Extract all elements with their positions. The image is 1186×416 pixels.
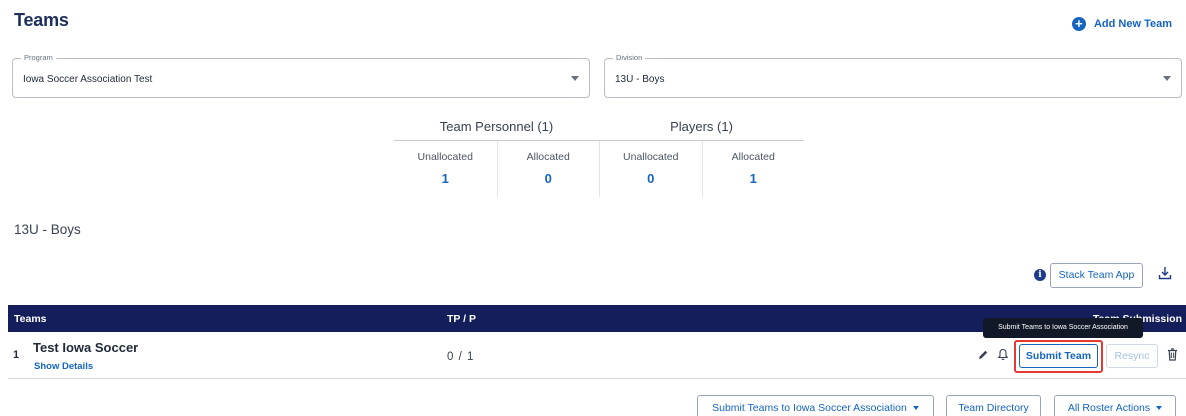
caret-down-icon <box>1156 406 1163 411</box>
caret-down-icon <box>912 406 919 411</box>
plus-circle-icon: + <box>1071 17 1086 31</box>
submit-teams-label: Submit Teams to Iowa Soccer Association <box>712 402 907 414</box>
add-new-team-label: Add New Team <box>1093 18 1172 30</box>
stat-column: Allocated 0 <box>496 141 600 197</box>
show-details-link[interactable]: Show Details <box>34 361 93 372</box>
stat-column: Unallocated 1 <box>394 141 497 197</box>
chevron-down-icon <box>571 76 579 81</box>
stat-value[interactable]: 0 <box>600 171 702 197</box>
stat-value[interactable]: 1 <box>703 171 805 197</box>
chevron-down-icon <box>1163 76 1171 81</box>
program-select[interactable]: Program Iowa Soccer Association Test <box>12 53 590 98</box>
trash-icon[interactable] <box>1167 348 1178 361</box>
row-index: 1 <box>13 349 20 361</box>
program-value: Iowa Soccer Association Test <box>23 74 153 85</box>
bell-icon[interactable] <box>997 348 1009 361</box>
division-heading: 13U - Boys <box>14 222 81 237</box>
team-name: Test Iowa Soccer <box>33 340 139 355</box>
team-directory-button[interactable]: Team Directory <box>946 395 1041 416</box>
add-new-team-button[interactable]: + Add New Team <box>1071 17 1172 31</box>
division-legend: Division <box>613 53 646 63</box>
division-value: 13U - Boys <box>615 74 665 85</box>
team-personnel-heading: Team Personnel (1) <box>439 119 554 134</box>
submit-teams-dropdown-button[interactable]: Submit Teams to Iowa Soccer Association <box>697 395 934 416</box>
stat-label: Unallocated <box>623 151 679 163</box>
column-header-teams: Teams <box>14 313 47 325</box>
table-row: 1 Test Iowa Soccer Show Details 0 / 1 <box>8 332 1186 379</box>
all-roster-actions-label: All Roster Actions <box>1067 402 1151 414</box>
stat-value[interactable]: 1 <box>394 171 497 197</box>
stat-label: Allocated <box>731 151 775 163</box>
all-roster-actions-button[interactable]: All Roster Actions <box>1054 395 1176 416</box>
page-title: Teams <box>14 10 69 30</box>
stat-column: Unallocated 0 <box>599 141 702 197</box>
stat-label: Allocated <box>526 151 570 163</box>
submit-team-button[interactable]: Submit Team <box>1019 344 1098 368</box>
stat-column: Allocated 1 <box>701 141 805 197</box>
download-icon[interactable] <box>1158 266 1172 280</box>
players-heading: Players (1) <box>670 119 733 134</box>
allocation-stats: Team Personnel (1) Players (1) Unallocat… <box>394 119 804 197</box>
submit-tooltip: Submit Teams to Iowa Soccer Association <box>983 318 1143 338</box>
resync-button[interactable]: Resync <box>1106 344 1158 368</box>
division-select[interactable]: Division 13U - Boys <box>604 53 1182 98</box>
stat-label: Unallocated <box>417 151 473 163</box>
column-header-tp: TP / P <box>447 313 476 325</box>
info-icon[interactable]: i <box>1034 269 1046 281</box>
program-legend: Program <box>21 53 56 63</box>
stack-team-app-button[interactable]: Stack Team App <box>1050 263 1143 288</box>
edit-pencil-icon[interactable] <box>977 349 989 361</box>
stat-value[interactable]: 0 <box>498 171 600 197</box>
tp-p-value: 0 / 1 <box>447 351 475 363</box>
